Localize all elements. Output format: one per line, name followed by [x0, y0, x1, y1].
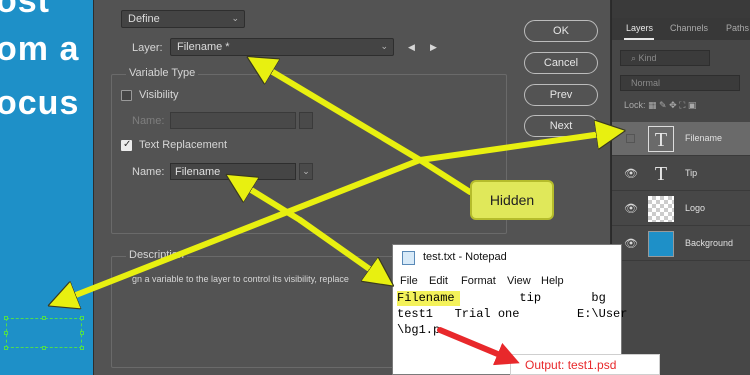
layer-row-tip[interactable]: 👁 T Tip [612, 157, 750, 191]
lock-icons[interactable]: ▦ ✎ ✥ ⛶ ▣ [648, 100, 696, 110]
layer-name: Logo [685, 203, 706, 213]
cancel-button[interactable]: Cancel [524, 52, 598, 74]
eye-icon[interactable]: 👁 [624, 202, 638, 215]
visibility-checkbox[interactable] [121, 90, 132, 101]
layer-name: Background [685, 238, 734, 248]
kind-filter-label: Kind [638, 53, 657, 63]
notepad-title-bar: test.txt - Notepad [393, 245, 621, 271]
chevron-down-icon: ⌄ [302, 166, 310, 176]
eye-icon[interactable]: 👁 [624, 237, 638, 250]
tab-channels[interactable]: Channels [670, 23, 708, 33]
visibility-label: Visibility [139, 89, 179, 101]
layer-selection-bounds[interactable] [4, 316, 84, 350]
layer-name: Tip [685, 168, 698, 178]
kind-filter[interactable]: ⌕ Kind [620, 50, 710, 66]
lock-row: Lock: ▦ ✎ ✥ ⛶ ▣ [624, 100, 696, 111]
blend-mode-select[interactable]: Normal [620, 75, 740, 91]
layer-name: Filename [685, 133, 723, 143]
layer-row-background[interactable]: 👁 Background [612, 227, 750, 261]
menu-view[interactable]: View [507, 275, 531, 287]
search-icon: ⌕ [631, 53, 639, 63]
next-layer-icon[interactable]: ▶ [430, 42, 437, 53]
menu-edit[interactable]: Edit [429, 275, 448, 287]
active-tab-indicator [624, 38, 654, 40]
layer-select[interactable]: Filename * ⌄ [170, 38, 394, 56]
menu-file[interactable]: File [400, 275, 418, 287]
notepad-line-3[interactable]: \bg1.p [397, 323, 440, 337]
notepad-title: test.txt - Notepad [423, 251, 507, 263]
ok-button[interactable]: OK [524, 20, 598, 42]
chevron-down-icon: ⌄ [380, 41, 388, 51]
notepad-menu-bar: File Edit Format View Help [393, 273, 621, 289]
layer-label: Layer: [132, 42, 163, 54]
canvas-text-line-3: ocus [0, 84, 80, 122]
layer-row-filename[interactable]: T Filename [612, 122, 750, 156]
mode-select-value: Define [128, 13, 160, 25]
chevron-down-icon: ⌄ [231, 13, 239, 23]
canvas-text-line-1: ost [0, 0, 50, 20]
canvas-preview: ost om a ocus [0, 0, 93, 375]
text-replacement-name-label: Name: [132, 166, 165, 178]
menu-help[interactable]: Help [541, 275, 564, 287]
visibility-name-label: Name: [132, 115, 165, 127]
layer-select-value: Filename * [177, 41, 230, 53]
description-text: gn a variable to the layer to control it… [132, 274, 349, 284]
text-replacement-label: Text Replacement [139, 139, 228, 151]
menu-format[interactable]: Format [461, 275, 496, 287]
transparent-layer-thumbnail [648, 196, 674, 222]
lock-label: Lock: [624, 100, 646, 110]
text-layer-thumbnail: T [654, 163, 668, 185]
text-layer-thumbnail: T [648, 126, 674, 152]
eye-icon[interactable]: 👁 [624, 167, 638, 180]
background-layer-thumbnail [648, 231, 674, 257]
visibility-name-dropdown[interactable] [299, 112, 313, 129]
layers-panel: Layers Channels Paths ⌕ Kind Normal Lock… [611, 0, 750, 375]
output-label: Output: test1.psd [510, 354, 660, 375]
visibility-toggle-off[interactable] [626, 134, 635, 143]
notepad-icon [402, 251, 415, 265]
text-replacement-name-dropdown[interactable]: ⌄ [299, 163, 313, 180]
mode-select[interactable]: Define ⌄ [121, 10, 245, 28]
notepad-line-1[interactable]: Filename tip bg [397, 291, 606, 305]
panel-topbar [612, 0, 750, 18]
canvas-text-line-2: om a [0, 30, 80, 68]
prev-button[interactable]: Prev [524, 84, 598, 106]
layer-row-logo[interactable]: 👁 Logo [612, 192, 750, 226]
hidden-callout: Hidden [470, 180, 554, 220]
next-button[interactable]: Next [524, 115, 598, 137]
text-replacement-name-field[interactable]: Filename [170, 163, 296, 180]
description-legend: Description [126, 249, 188, 261]
visibility-name-field[interactable] [170, 112, 296, 129]
text-replacement-checkbox[interactable] [121, 139, 132, 151]
variable-type-legend: Variable Type [126, 67, 199, 79]
previous-layer-icon[interactable]: ◀ [408, 42, 415, 53]
notepad-line-2[interactable]: test1 Trial one E:\User [397, 307, 627, 321]
tab-layers[interactable]: Layers [626, 23, 653, 33]
panel-tabs: Layers Channels Paths [612, 18, 750, 40]
blend-mode-value: Normal [631, 78, 661, 88]
tab-paths[interactable]: Paths [726, 23, 749, 33]
